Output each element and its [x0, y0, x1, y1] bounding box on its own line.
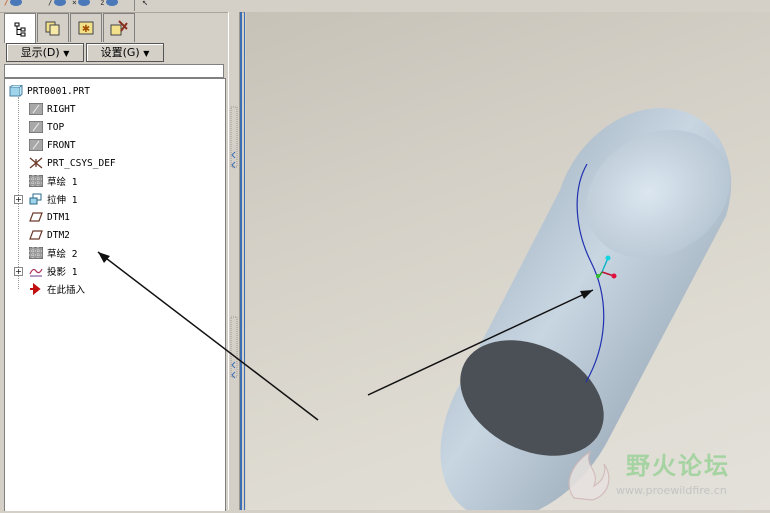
- annotation-arrow-to-curve: [367, 289, 594, 396]
- annotation-arrows: [97, 251, 594, 421]
- watermark-url: www.proewildfire.cn: [616, 484, 727, 497]
- forum-watermark: 野火论坛 www.proewildfire.cn: [560, 442, 765, 504]
- annotation-arrow-to-sketch: [97, 251, 319, 421]
- watermark-title: 野火论坛: [626, 452, 730, 480]
